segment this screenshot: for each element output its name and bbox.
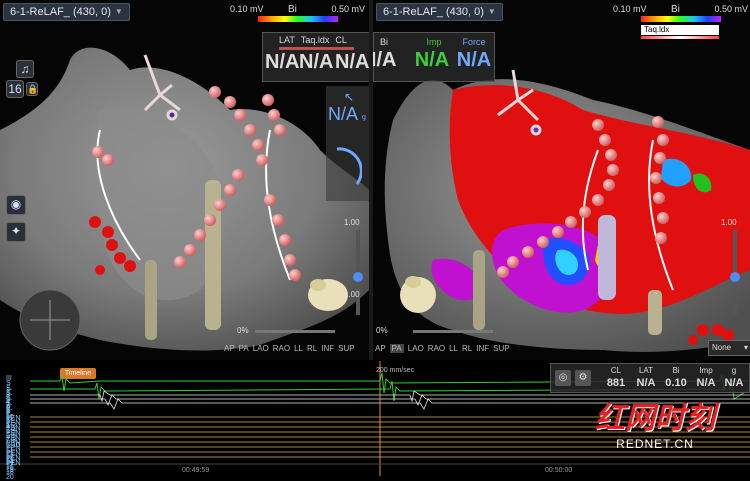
- legend-taq-idx: Taq.ldx: [300, 35, 330, 45]
- arrow-icon: ↖: [344, 90, 355, 104]
- left-colorbar-label: Bi: [288, 4, 297, 15]
- view-rl[interactable]: RL: [462, 344, 472, 353]
- value-force: N/A: [456, 49, 492, 71]
- right-panel-readout: ↖ N/A g: [326, 86, 369, 201]
- left-zoom-knob[interactable]: [353, 272, 363, 282]
- right-map-view[interactable]: 6-1-ReLAF_ (430, 0) ▼ 0.10 mV Bi 0.50 mV…: [373, 0, 750, 360]
- camera-icon[interactable]: ◎: [555, 370, 571, 386]
- right-zoom-knob[interactable]: [730, 272, 740, 282]
- view-inf[interactable]: INF: [476, 344, 489, 353]
- time-left: 00:49:59: [182, 467, 210, 474]
- right-view-title[interactable]: 6-1-ReLAF_ (430, 0) ▼: [376, 3, 503, 21]
- left-zoom-top: 1.00: [344, 218, 360, 227]
- tool-icon[interactable]: ✦: [6, 222, 26, 242]
- view-sup[interactable]: SUP: [338, 344, 354, 353]
- readout-head-imp: Imp: [699, 366, 713, 375]
- view-ll[interactable]: LL: [449, 344, 458, 353]
- force-gauge-icon: [336, 147, 362, 185]
- value-imp: N/A: [414, 49, 450, 71]
- right-view-buttons: AP PA LAO RAO LL RL INF SUP: [375, 344, 510, 353]
- view-lao[interactable]: LAO: [408, 344, 424, 353]
- right-opacity-label: 0%: [376, 326, 388, 335]
- view-ll[interactable]: LL: [294, 344, 303, 353]
- value-bi: N/A: [373, 49, 397, 71]
- time-right: 00:50:00: [545, 467, 573, 474]
- watermark-url: REDNET.CN: [616, 437, 694, 451]
- readout-value-imp: N/A: [696, 377, 716, 389]
- rednet-watermark: 红网时刻 REDNET.CN: [570, 393, 740, 453]
- right-colorbar-gradient: [641, 16, 721, 22]
- speaker-icon[interactable]: ♫: [16, 60, 34, 78]
- timeline-value-readout: ◎ ⚙ CL LAT Bi Imp g 881 N/A 0.10 N/A N/A: [550, 363, 750, 393]
- readout-head-cl: CL: [610, 366, 622, 375]
- view-inf[interactable]: INF: [321, 344, 334, 353]
- header-bi: Bi: [379, 37, 388, 47]
- dropdown-chevron-icon: ▾: [743, 343, 748, 352]
- view-rl[interactable]: RL: [307, 344, 317, 353]
- view-lao[interactable]: LAO: [253, 344, 269, 353]
- view-ap[interactable]: AP: [375, 344, 386, 353]
- legend-cl: CL: [335, 35, 347, 45]
- right-colorbar-label: Bi: [671, 4, 680, 15]
- left-colorbar-gradient: [258, 16, 338, 22]
- right-map-dropdown-value: None: [712, 343, 732, 352]
- readout-value-lat: N/A: [636, 377, 656, 389]
- left-opacity-label: 0%: [237, 326, 249, 335]
- left-orientation-heart: [308, 279, 348, 311]
- right-value-readout: Bi Imp Force N/A N/A N/A: [373, 32, 495, 82]
- right-map-dropdown[interactable]: None ▾: [708, 340, 750, 356]
- left-map-view[interactable]: 6-1-ReLAF_ (430, 0) ▼ 0.10 mV Bi 0.50 mV…: [0, 0, 369, 360]
- lock-icon[interactable]: 🔒: [26, 82, 38, 96]
- readout-head-lat: LAT: [638, 366, 654, 375]
- shield-icon[interactable]: ◉: [6, 195, 26, 215]
- readout-value-bi: 0.10: [665, 377, 687, 389]
- ch-label: PEN 19-20: [6, 460, 21, 481]
- side-value: N/A: [328, 104, 359, 124]
- right-legend-taq-label: Taq.ldx: [644, 25, 670, 34]
- view-sup[interactable]: SUP: [493, 344, 509, 353]
- view-pa[interactable]: PA: [239, 344, 249, 353]
- left-compass[interactable]: [19, 289, 81, 351]
- view-ap[interactable]: AP: [224, 344, 235, 353]
- left-opacity-slider[interactable]: [255, 330, 335, 333]
- left-colorbar-min: 0.10 mV: [230, 4, 264, 14]
- left-value-readout: LAT Taq.ldx CL N/A N/A N/A: [262, 32, 369, 82]
- view-rao[interactable]: RAO: [428, 344, 445, 353]
- left-view-buttons: AP PA LAO RAO LL RL INF SUP: [224, 344, 355, 353]
- view-rao[interactable]: RAO: [273, 344, 290, 353]
- left-zoom-bottom: 1.00: [344, 290, 360, 299]
- left-value-taq: N/A: [299, 51, 334, 73]
- right-zoom-top: 1.00: [721, 218, 737, 227]
- signal-timeline[interactable]: Timeline 200 mm/sec III S 1-2 S 3-4 S 5-…: [0, 361, 750, 481]
- dropdown-chevron-icon[interactable]: ▼: [115, 4, 123, 20]
- right-legend-taq: Taq.ldx: [641, 25, 719, 35]
- left-value-cl: N/A: [335, 51, 369, 73]
- settings-icon[interactable]: ⚙: [575, 370, 591, 386]
- right-colorbar-max: 0.50 mV: [714, 4, 748, 14]
- readout-value-g: N/A: [724, 377, 744, 389]
- right-view-title-text: 6-1-ReLAF_ (430, 0): [383, 6, 484, 18]
- left-view-title-text: 6-1-ReLAF_ (430, 0): [10, 6, 111, 18]
- readout-head-bi: Bi: [672, 366, 680, 375]
- watermark-logo: 红网时刻: [595, 402, 715, 435]
- header-force: Force: [462, 37, 486, 47]
- left-colorbar-max: 0.50 mV: [331, 4, 365, 14]
- side-value-sub: g: [362, 114, 366, 121]
- right-opacity-slider[interactable]: [413, 330, 493, 333]
- right-colorbar-min: 0.10 mV: [613, 4, 647, 14]
- counter-box[interactable]: 16: [6, 80, 24, 98]
- legend-lat: LAT: [279, 35, 295, 45]
- view-pa[interactable]: PA: [389, 344, 404, 353]
- left-value-lat: N/A: [265, 51, 300, 73]
- dropdown-chevron-icon[interactable]: ▼: [488, 4, 496, 20]
- right-legend-bar: [641, 36, 719, 39]
- header-imp: Imp: [426, 37, 442, 47]
- readout-head-g: g: [731, 366, 737, 375]
- readout-value-cl: 881: [606, 377, 626, 389]
- left-view-title[interactable]: 6-1-ReLAF_ (430, 0) ▼: [3, 3, 130, 21]
